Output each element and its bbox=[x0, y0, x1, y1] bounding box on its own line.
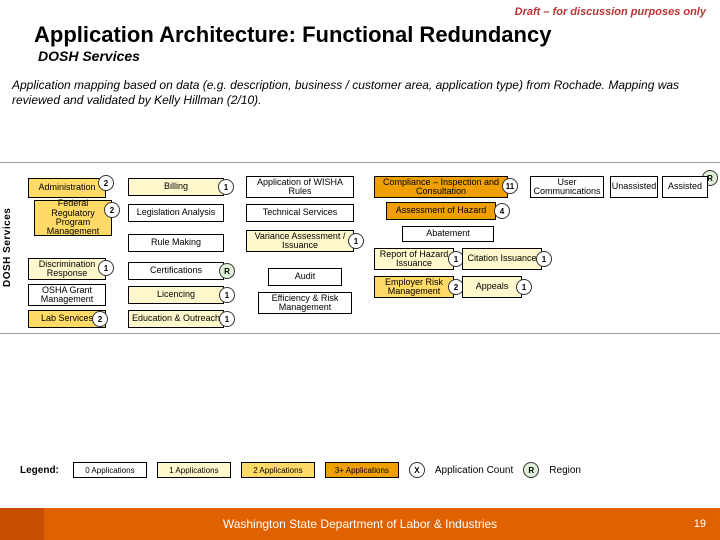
legend-swatch-0: 0 Applications bbox=[73, 462, 147, 478]
box-education: Education & Outreach bbox=[128, 310, 224, 328]
box-discrimination: Discrimination Response bbox=[28, 258, 106, 280]
footer-org: Washington State Department of Labor & I… bbox=[0, 508, 720, 540]
box-citation: Citation Issuance bbox=[462, 248, 542, 270]
legend-x-label: Application Count bbox=[435, 465, 513, 476]
footer: Washington State Department of Labor & I… bbox=[0, 508, 720, 540]
count-federal-reg: 2 bbox=[104, 202, 120, 218]
box-compliance: Compliance – Inspection and Consultation bbox=[374, 176, 508, 198]
legend-swatch-2: 2 Applications bbox=[241, 462, 315, 478]
count-discrimination: 1 bbox=[98, 260, 114, 276]
box-variance: Variance Assessment / Issuance bbox=[246, 230, 354, 252]
box-efficiency: Efficiency & Risk Management bbox=[258, 292, 352, 314]
box-legislation: Legislation Analysis bbox=[128, 204, 224, 222]
count-variance: 1 bbox=[348, 233, 364, 249]
box-audit: Audit bbox=[268, 268, 342, 286]
box-app-wisha: Application of WISHA Rules bbox=[246, 176, 354, 198]
count-citation: 1 bbox=[536, 251, 552, 267]
count-compliance: 11 bbox=[502, 178, 518, 194]
box-assess-hazard: Assessment of Hazard bbox=[386, 202, 496, 220]
box-employer-risk: Employer Risk Management bbox=[374, 276, 454, 298]
footer-page: 19 bbox=[694, 508, 706, 540]
box-appeals: Appeals bbox=[462, 276, 522, 298]
box-administration: Administration bbox=[28, 178, 106, 198]
legend-swatch-1: 1 Applications bbox=[157, 462, 231, 478]
box-user-comm: User Communications bbox=[530, 176, 604, 198]
count-lab-services: 2 bbox=[92, 311, 108, 327]
page-title: Application Architecture: Functional Red… bbox=[34, 22, 551, 48]
count-appeals: 1 bbox=[516, 279, 532, 295]
box-unassisted: Unassisted bbox=[610, 176, 658, 198]
count-education: 1 bbox=[219, 311, 235, 327]
legend: Legend: 0 Applications 1 Applications 2 … bbox=[20, 462, 700, 478]
count-billing: 1 bbox=[218, 179, 234, 195]
box-assisted: Assisted bbox=[662, 176, 708, 198]
legend-label: Legend: bbox=[20, 465, 59, 476]
box-certifications: Certifications bbox=[128, 262, 224, 280]
intro-text: Application mapping based on data (e.g. … bbox=[12, 78, 706, 108]
box-federal-reg: Federal Regulatory Program Management bbox=[34, 200, 112, 236]
page-subtitle: DOSH Services bbox=[38, 48, 140, 64]
legend-r-label: Region bbox=[549, 465, 581, 476]
legend-swatch-3: 3+ Applications bbox=[325, 462, 399, 478]
legend-circle-r: R bbox=[523, 462, 539, 478]
box-billing: Billing bbox=[128, 178, 224, 196]
slide: Draft – for discussion purposes only App… bbox=[0, 0, 720, 540]
region-certifications: R bbox=[219, 263, 235, 279]
box-licencing: Licencing bbox=[128, 286, 224, 304]
count-assess-hazard: 4 bbox=[494, 203, 510, 219]
box-abatement: Abatement bbox=[402, 226, 494, 242]
box-tech-services: Technical Services bbox=[246, 204, 354, 222]
box-report-hazard: Report of Hazard Issuance bbox=[374, 248, 454, 270]
legend-circle-x: X bbox=[409, 462, 425, 478]
box-rule-making: Rule Making bbox=[128, 234, 224, 252]
box-osha-grant: OSHA Grant Management bbox=[28, 284, 106, 306]
section-label: DOSH Services bbox=[2, 162, 18, 332]
count-administration: 2 bbox=[98, 175, 114, 191]
draft-label: Draft – for discussion purposes only bbox=[515, 6, 706, 18]
count-licencing: 1 bbox=[219, 287, 235, 303]
